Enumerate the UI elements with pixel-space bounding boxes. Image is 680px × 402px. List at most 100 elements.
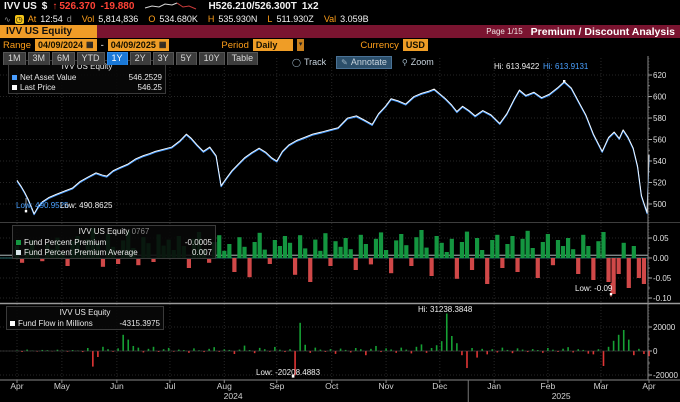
fund-flow-name: Fund Flow in Millions [18, 319, 93, 328]
currency-symbol: $ [42, 1, 48, 12]
chevron-down-icon[interactable]: ▾ [297, 39, 305, 51]
svg-text:May: May [54, 381, 71, 391]
bid-ask: H526.210/526.300T [208, 1, 296, 12]
annotation-low-last: Low: 490.8625 [60, 201, 113, 210]
date-to-input[interactable]: 04/09/2025 ▦ [108, 39, 170, 51]
calendar-icon[interactable]: ▦ [159, 39, 167, 51]
fund-flow-value: -4315.3975 [120, 319, 160, 328]
svg-text:520: 520 [653, 179, 667, 188]
svg-text:Apr: Apr [10, 381, 23, 391]
svg-text:Aug: Aug [217, 381, 232, 391]
svg-text:0.00: 0.00 [653, 254, 669, 263]
currency-label: Currency [360, 40, 399, 51]
open-value: 534.680K [159, 14, 198, 24]
ticker: IVV US [4, 1, 37, 12]
svg-text:20000: 20000 [653, 323, 676, 332]
svg-text:Feb: Feb [541, 381, 556, 391]
premium-value: -0.0005 [185, 238, 212, 247]
price-change: -19.880 [101, 1, 135, 12]
quote-bar: IVV US $ ↑ 526.370 -19.880 H526.210/526.… [0, 0, 680, 13]
last-price-value: 546.25 [138, 83, 162, 92]
pencil-icon: ✎ [341, 56, 348, 69]
svg-text:2024: 2024 [224, 391, 243, 401]
currency-select[interactable]: USD [403, 39, 428, 51]
date-from-value: 04/09/2024 [38, 39, 83, 51]
legend-title: IVV US Equity 0767 [16, 227, 212, 237]
annotate-button[interactable]: ✎ Annotate [336, 56, 392, 69]
security-field[interactable]: IVV US Equity [0, 25, 97, 38]
premium-swatch [16, 240, 21, 245]
high-label: H [208, 14, 215, 24]
last-price: 526.370 [59, 1, 95, 12]
high-value: 535.930N [218, 14, 257, 24]
premium-avg-name: Fund Percent Premium Average [24, 248, 138, 257]
tab-ytd[interactable]: YTD [77, 52, 105, 65]
session-flag: d [67, 14, 72, 24]
controls-bar: Range 04/09/2024 ▦ - 04/09/2025 ▦ Period… [0, 38, 680, 52]
low-label: L [267, 14, 272, 24]
svg-text:620: 620 [653, 71, 667, 80]
open-label: O [148, 14, 155, 24]
val-label: Val [324, 14, 336, 24]
annotation-hi-flow: Hi: 31238.3848 [418, 305, 472, 314]
value-traded: 3.059B [340, 14, 369, 24]
annotate-label: Annotate [351, 56, 387, 69]
magnifier-icon: ⚲ [402, 56, 408, 69]
lot-size: 1x2 [302, 1, 319, 12]
alarm-clock-icon[interactable]: ◷ [15, 15, 24, 24]
legend-title: IVV US Equity [10, 308, 160, 318]
page-indicator[interactable]: Page 1/15 [486, 27, 522, 36]
low-value: 511.930Z [276, 14, 313, 24]
last-price-name: Last Price [20, 83, 56, 92]
annotation-low-flow: Low: -20208.4883 [256, 368, 320, 377]
tab-2y[interactable]: 2Y [130, 52, 151, 65]
svg-text:Jul: Jul [165, 381, 176, 391]
calendar-icon[interactable]: ▦ [86, 39, 94, 51]
track-button[interactable]: ◯ Track [288, 56, 330, 69]
quote-bar-row2: ∿ ◷ At 12:54 d Vol 5,814,836 O 534.680K … [0, 13, 680, 25]
svg-text:560: 560 [653, 136, 667, 145]
tab-1m[interactable]: 1M [3, 52, 26, 65]
svg-text:-0.05: -0.05 [653, 274, 672, 283]
legend-item-last-price: Last Price 546.25 [12, 82, 162, 92]
tab-3y[interactable]: 3Y [153, 52, 174, 65]
range-label: Range [3, 40, 31, 51]
volume-value: 5,814,836 [98, 14, 138, 24]
premium-avg-value: 0.007 [192, 248, 212, 257]
svg-text:Sep: Sep [269, 381, 284, 391]
annotation-hi-nav: Hi: 613.9131 [543, 62, 588, 71]
zoom-label: Zoom [411, 56, 434, 69]
svg-text:0.05: 0.05 [653, 234, 669, 243]
legend-item-nav: Net Asset Value 546.2529 [12, 72, 162, 82]
period-label: Period [221, 40, 248, 51]
chart-toolbar: ◯ Track ✎ Annotate ⚲ Zoom [288, 56, 438, 69]
nav-swatch [12, 75, 17, 80]
range-tab-bar: 1M3M6MYTD1Y2Y3Y5Y10YTable [3, 52, 258, 65]
fund-flow-swatch [10, 321, 15, 326]
tab-3m[interactable]: 3M [28, 52, 51, 65]
vol-label: Vol [82, 14, 95, 24]
legend-item-premium: Fund Percent Premium -0.0005 [16, 237, 212, 247]
tab-1y[interactable]: 1Y [107, 52, 128, 65]
svg-text:540: 540 [653, 157, 667, 166]
tab-6m[interactable]: 6M [52, 52, 75, 65]
mini-chart-icon: ∿ [4, 15, 11, 24]
svg-text:-0.10: -0.10 [653, 294, 672, 303]
svg-text:500: 500 [653, 200, 667, 209]
tab-5y[interactable]: 5Y [176, 52, 197, 65]
legend-item-premium-avg: Fund Percent Premium Average 0.007 [16, 247, 212, 257]
svg-text:Apr: Apr [642, 381, 655, 391]
date-from-input[interactable]: 04/09/2024 ▦ [35, 39, 97, 51]
tab-10y[interactable]: 10Y [199, 52, 225, 65]
period-select[interactable]: Daily [253, 39, 293, 51]
quote-time: 12:54 [40, 14, 63, 24]
last-price-swatch [12, 85, 17, 90]
tab-table[interactable]: Table [227, 52, 259, 65]
legend-item-fund-flow: Fund Flow in Millions -4315.3975 [10, 318, 160, 328]
premium-chart-legend: IVV US Equity 0767 Fund Percent Premium … [12, 225, 216, 259]
zoom-button[interactable]: ⚲ Zoom [398, 56, 438, 69]
at-label: At [28, 14, 37, 24]
function-title-bar: IVV US Equity Page 1/15 Premium / Discou… [0, 25, 680, 38]
svg-text:-20000: -20000 [653, 371, 678, 380]
svg-text:580: 580 [653, 114, 667, 123]
